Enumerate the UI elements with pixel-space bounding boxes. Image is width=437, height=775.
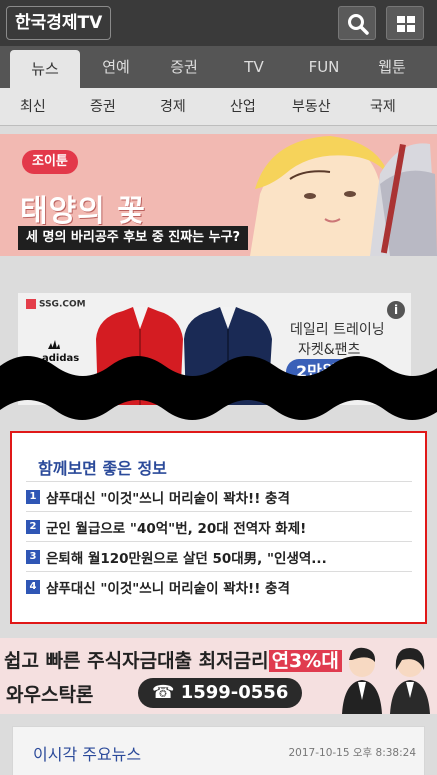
loan-ad-rate: 연3%대 [268, 650, 342, 672]
info-item-text[interactable]: 군인 월급으로 "40억"번, 20대 전역자 화제! [46, 517, 306, 537]
tab-entertainment[interactable]: 연예 [88, 46, 144, 88]
info-list-item[interactable]: 4 샴푸대신 "이것"쓰니 머리숱이 꽉차!! 충격 [26, 571, 412, 601]
recommended-info-box: 함께보면 좋은 정보 1 샴푸대신 "이것"쓰니 머리숱이 꽉차!! 충격 2 … [10, 431, 427, 624]
loan-ad-phone[interactable]: ☎ 1599-0556 [138, 678, 303, 708]
ssg-logo: SSG.COM [26, 299, 86, 310]
webtoon-illustration [250, 136, 437, 256]
submenu-item-industry[interactable]: 산업 [230, 88, 256, 126]
webtoon-subtitle: 세 명의 바리공주 후보 중 진짜는 누구? [18, 226, 249, 250]
submenu-item-international[interactable]: 국제 [370, 88, 396, 126]
tab-news[interactable]: 뉴스 [10, 50, 80, 88]
news-timestamp: 2017-10-15 오후 8:38:24 [288, 747, 417, 759]
info-list: 1 샴푸대신 "이것"쓰니 머리숱이 꽉차!! 충격 2 군인 월급으로 "40… [26, 481, 412, 601]
search-button[interactable] [338, 6, 376, 40]
tab-fun[interactable]: FUN [296, 46, 352, 88]
site-logo[interactable]: 한국경제TV [6, 6, 112, 40]
loan-ad-banner[interactable]: 쉽고 빠른 주식자금대출 최저금리 연3%대 와우스탁론 ☎ 1599-0556 [0, 638, 437, 714]
info-list-item[interactable]: 3 은퇴해 월120만원으로 살던 50대男, "인생역... [26, 541, 412, 571]
tab-webtoon[interactable]: 웹툰 [364, 46, 420, 88]
loan-ad-headline-text: 쉽고 빠른 주식자금대출 최저금리 [4, 650, 269, 672]
webtoon-title: 태양의 꽃 [20, 194, 146, 229]
business-people-illustration [342, 647, 430, 714]
info-item-text[interactable]: 샴푸대신 "이것"쓰니 머리숱이 꽉차!! 충격 [46, 577, 290, 597]
ad-line-1: 데일리 트레이닝 [290, 322, 385, 338]
tab-stocks[interactable]: 증권 [156, 46, 212, 88]
item-number-badge: 3 [26, 549, 40, 564]
webtoon-badge: 조이툰 [22, 150, 78, 174]
info-item-text[interactable]: 은퇴해 월120만원으로 살던 50대男, "인생역... [46, 547, 327, 567]
main-tabs: 뉴스 연예 증권 TV FUN 웹툰 [0, 46, 437, 88]
info-list-item[interactable]: 1 샴푸대신 "이것"쓰니 머리숱이 꽉차!! 충격 [26, 481, 412, 511]
loan-ad-brand: 와우스탁론 [6, 684, 94, 706]
loan-ad-headline: 쉽고 빠른 주식자금대출 최저금리 연3%대 [4, 646, 342, 673]
breaking-news-section: 이시각 주요뉴스 2017-10-15 오후 8:38:24 [12, 726, 425, 775]
submenu-item-economy[interactable]: 경제 [160, 88, 186, 126]
tab-tv[interactable]: TV [226, 46, 282, 88]
ad-info-icon[interactable]: i [387, 301, 405, 319]
item-number-badge: 2 [26, 519, 40, 534]
menu-button[interactable] [386, 6, 424, 40]
breaking-news-title[interactable]: 이시각 주요뉴스 [33, 741, 141, 765]
ssg-logo-text: SSG.COM [39, 299, 86, 310]
info-box-heading: 함께보면 좋은 정보 [38, 459, 167, 478]
info-item-text[interactable]: 샴푸대신 "이것"쓰니 머리숱이 꽉차!! 충격 [46, 487, 290, 507]
submenu-item-latest[interactable]: 최신 [20, 88, 46, 126]
page: 한국경제TV 뉴스 연예 증권 TV FUN 웹툰 최신 증권 경제 산업 부동… [0, 0, 437, 775]
submenu-item-stocks[interactable]: 증권 [90, 88, 116, 126]
info-list-item[interactable]: 2 군인 월급으로 "40억"번, 20대 전역자 화제! [26, 511, 412, 541]
top-header: 한국경제TV [0, 0, 437, 46]
item-number-badge: 4 [26, 579, 40, 594]
search-icon [348, 14, 369, 35]
grid-menu-icon [397, 16, 415, 32]
webtoon-banner[interactable]: 조이툰 태양의 꽃 세 명의 바리공주 후보 중 진짜는 누구? [0, 134, 437, 256]
submenu-item-real-estate[interactable]: 부동산 [292, 88, 331, 126]
item-number-badge: 1 [26, 489, 40, 504]
sub-menu: 최신 증권 경제 산업 부동산 국제 [0, 88, 437, 126]
wave-divider [0, 356, 437, 420]
